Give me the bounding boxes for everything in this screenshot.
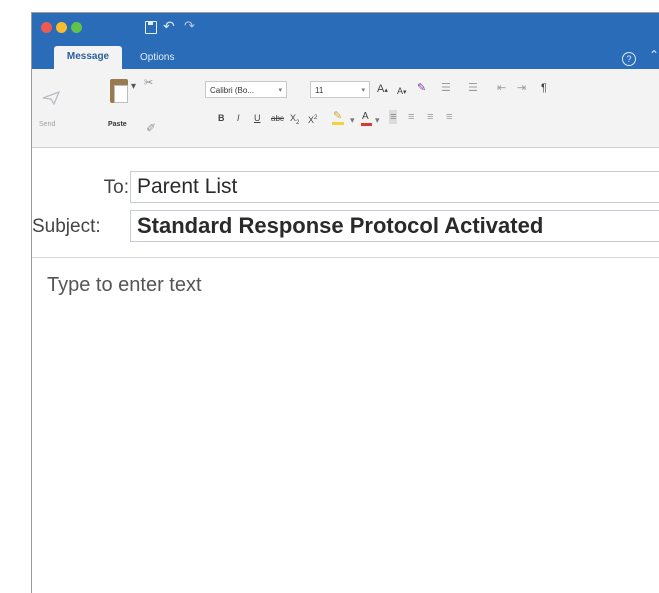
font-name-value: Calibri (Bo... [210,86,255,95]
chevron-down-icon: ▾ [278,87,282,94]
send-icon[interactable] [42,91,60,105]
paste-dropdown-icon[interactable]: ▾ [131,81,136,92]
increase-indent-icon[interactable]: ⇥ [517,81,526,95]
highlight-color-bar [332,122,344,125]
to-field[interactable]: Parent List [130,171,659,203]
email-compose-window: ↶ ↷ Message Options ? ⌃ Send ▾ ✂ Paste ✐… [31,12,659,593]
highlight-icon[interactable]: ✎ [333,109,342,123]
title-bar: ↶ ↷ Message Options ? ⌃ [32,13,659,69]
ribbon-toolbar: Send ▾ ✂ Paste ✐ Calibri (Bo... ▾ 11 ▾ A… [32,69,659,148]
bullets-icon[interactable]: ☰ [441,81,451,95]
font-size-value: 11 [315,86,324,95]
subject-label: Subject: [32,216,101,237]
tab-options[interactable]: Options [140,49,174,67]
strikethrough-button[interactable]: abc [271,112,284,126]
help-icon[interactable]: ? [622,52,636,66]
grow-font-button[interactable]: A▴ [377,82,388,98]
bold-button[interactable]: B [218,111,225,125]
shrink-font-button[interactable]: A▾ [397,84,407,100]
align-left-icon[interactable]: ≡ [389,110,398,124]
to-label: To: [103,177,129,198]
chevron-down-icon: ▾ [361,87,365,94]
header-divider [32,257,659,258]
decrease-indent-icon[interactable]: ⇤ [497,81,506,95]
clear-formatting-icon[interactable]: ✎ [417,81,426,95]
underline-button[interactable]: U [254,111,261,125]
subject-field[interactable]: Standard Response Protocol Activated [130,210,659,242]
justify-icon[interactable]: ≡ [446,110,452,124]
numbering-icon[interactable]: ☰ [468,81,478,95]
highlight-dropdown-icon[interactable]: ▾ [350,113,355,127]
redo-icon[interactable]: ↷ [184,17,195,35]
save-icon[interactable] [145,21,157,34]
close-window-button[interactable] [41,22,52,33]
send-button-label[interactable]: Send [39,121,55,128]
align-center-icon[interactable]: ≡ [408,110,414,124]
align-right-icon[interactable]: ≡ [427,110,433,124]
zoom-window-button[interactable] [71,22,82,33]
font-size-select[interactable]: 11 ▾ [310,81,370,98]
font-name-select[interactable]: Calibri (Bo... ▾ [205,81,287,98]
font-color-button[interactable]: A [362,110,369,124]
italic-button[interactable]: I [237,111,240,125]
paragraph-marks-icon[interactable]: ¶ [541,81,547,95]
font-color-bar [361,123,372,126]
message-body-placeholder[interactable]: Type to enter text [47,272,202,298]
paste-button-label[interactable]: Paste [108,121,127,128]
collapse-ribbon-icon[interactable]: ⌃ [649,48,659,62]
tab-message[interactable]: Message [54,46,122,69]
minimize-window-button[interactable] [56,22,67,33]
subscript-button[interactable]: X2 [290,111,299,130]
superscript-button[interactable]: X2 [308,111,317,127]
paste-icon[interactable] [110,79,128,103]
format-painter-icon[interactable]: ✐ [146,121,156,135]
undo-icon[interactable]: ↶ [163,17,175,35]
cut-icon[interactable]: ✂ [144,76,153,89]
font-color-dropdown-icon[interactable]: ▾ [375,113,380,127]
